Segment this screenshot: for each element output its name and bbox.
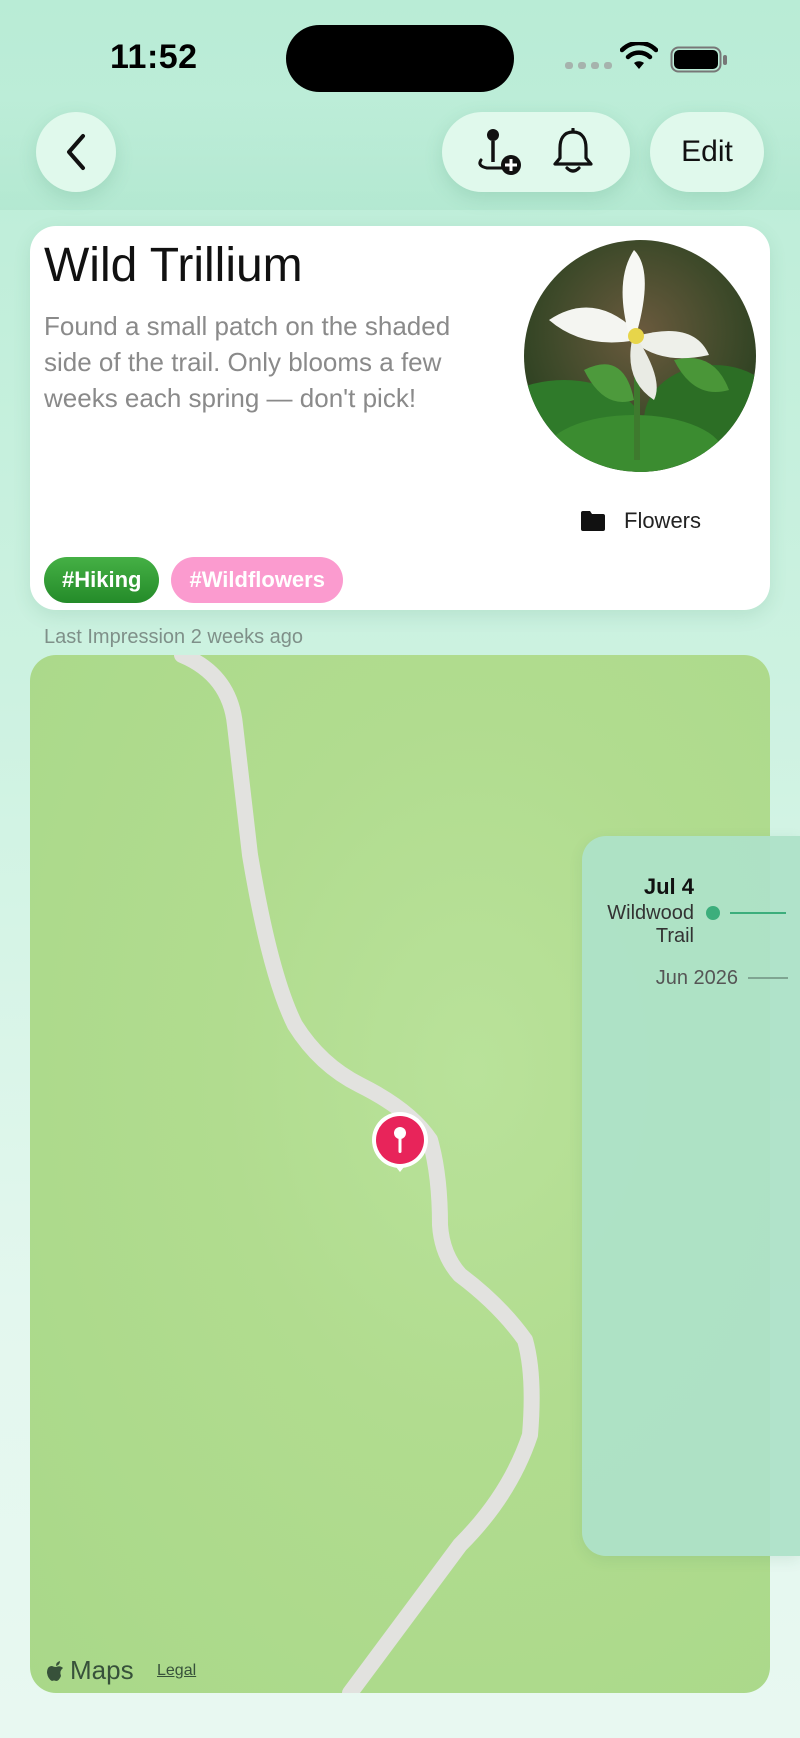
add-location-button[interactable] [467, 120, 531, 184]
legal-link[interactable]: Legal [157, 1662, 196, 1680]
tag-list: #Hiking #Wildflowers [44, 557, 343, 603]
timeline-panel[interactable]: Jul 4 Wildwood Trail Jun 2026 [582, 836, 800, 1556]
status-icons [565, 40, 735, 80]
wifi-icon [620, 42, 658, 69]
last-impression-label: Last Impression 2 weeks ago [44, 626, 304, 648]
item-photo[interactable] [524, 240, 756, 472]
trillium-photo-image [524, 240, 756, 472]
tag-wildflowers[interactable]: #Wildflowers [171, 557, 343, 603]
bell-icon [553, 128, 593, 173]
item-title: Wild Trillium [44, 239, 303, 292]
status-time: 11:52 [110, 38, 198, 76]
action-button-group [442, 112, 630, 192]
item-description: Found a small patch on the shaded side o… [44, 311, 451, 413]
timeline-entry-date: Jul 4 [643, 874, 694, 899]
dynamic-island [286, 25, 514, 92]
battery-icon [670, 46, 727, 73]
cellular-signal-icon [565, 62, 612, 69]
item-card: Wild Trillium Found a small patch on the… [30, 226, 770, 610]
location-pin[interactable] [370, 1110, 430, 1181]
timeline-entry-marker [706, 906, 720, 920]
map-pin-icon [372, 1112, 428, 1172]
maps-text: Maps [70, 1655, 134, 1685]
timeline-month-tick [748, 977, 788, 979]
timeline-entry-place: Wildwood Trail [607, 902, 694, 947]
folder-icon [581, 511, 605, 531]
back-button[interactable] [36, 112, 116, 192]
chevron-left-icon [67, 134, 85, 170]
apple-logo-icon [47, 1660, 63, 1681]
timeline-entry-tick [730, 912, 786, 914]
status-bar: 11:52 [0, 0, 800, 110]
tag-hiking[interactable]: #Hiking [44, 557, 160, 603]
folder-label[interactable]: Flowers [580, 508, 701, 534]
timeline-month-label: Jun 2026 [655, 967, 738, 989]
folder-name: Flowers [624, 508, 702, 533]
nav-bar: Edit [0, 100, 800, 210]
edit-button[interactable]: Edit [650, 112, 764, 192]
add-location-pin-icon [478, 129, 521, 175]
notifications-button[interactable] [541, 120, 605, 184]
apple-maps-logo: Maps [46, 1655, 134, 1686]
